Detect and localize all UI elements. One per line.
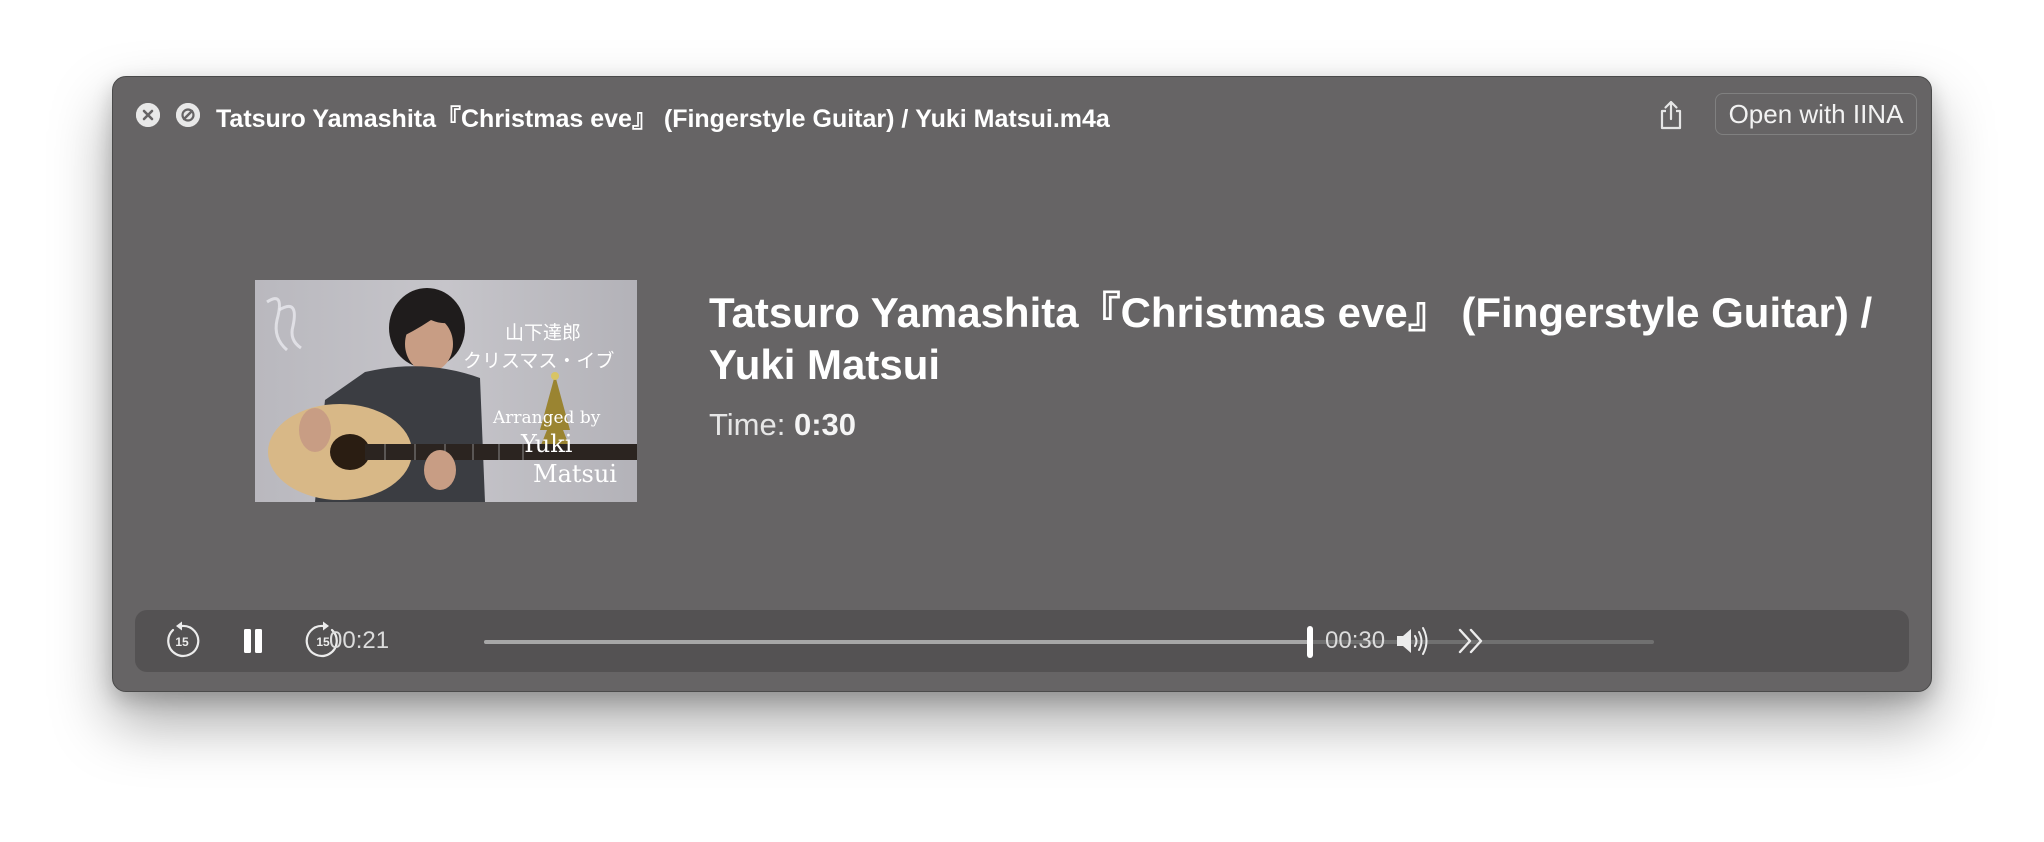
album-artwork: 山下達郎 クリスマス・イブ Arranged by Yuki Matsui — [255, 280, 637, 502]
skip-back-15-icon: 15 — [167, 621, 200, 657]
current-time: 00:21 — [329, 627, 390, 654]
quicklook-window: Tatsuro Yamashita『Christmas eve』 (Finger… — [112, 76, 1932, 692]
svg-text:15: 15 — [175, 635, 189, 649]
share-button[interactable] — [1651, 95, 1691, 135]
artwork-jp-line1: 山下達郎 — [505, 322, 582, 344]
close-button[interactable] — [136, 103, 160, 127]
artwork-jp-line2: クリスマス・イブ — [463, 350, 615, 372]
hide-button[interactable] — [176, 103, 200, 127]
playback-controls: 15 15 00:21 00:30 — [135, 610, 1909, 672]
skip-back-button[interactable]: 15 — [161, 620, 203, 662]
svg-text:15: 15 — [316, 635, 330, 649]
open-with-button[interactable]: Open with IINA — [1715, 93, 1917, 135]
artwork-artist-last: Matsui — [533, 460, 617, 488]
volume-button[interactable] — [1391, 620, 1433, 662]
track-duration: Time: 0:30 — [709, 407, 856, 443]
pause-icon — [244, 629, 262, 653]
artwork-arranged-by: Arranged by — [493, 408, 601, 428]
time-label: Time: — [709, 407, 786, 442]
progress-knob[interactable] — [1307, 626, 1314, 658]
chevron-double-right-icon — [1458, 628, 1483, 654]
time-value: 0:30 — [793, 407, 857, 442]
artwork-artist-first: Yuki — [521, 430, 573, 458]
window-title: Tatsuro Yamashita『Christmas eve』 (Finger… — [216, 105, 1110, 133]
progress-fill — [484, 640, 1311, 644]
volume-icon — [1397, 627, 1428, 655]
hide-icon — [176, 103, 200, 127]
share-icon — [1660, 100, 1682, 130]
total-time: 00:30 — [1325, 627, 1386, 654]
pause-button[interactable] — [232, 620, 274, 662]
title-bar: Tatsuro Yamashita『Christmas eve』 (Finger… — [113, 77, 1931, 149]
more-button[interactable] — [1451, 620, 1493, 662]
track-title: Tatsuro Yamashita『Christmas eve』 (Finger… — [709, 289, 1873, 388]
close-icon — [136, 103, 160, 127]
